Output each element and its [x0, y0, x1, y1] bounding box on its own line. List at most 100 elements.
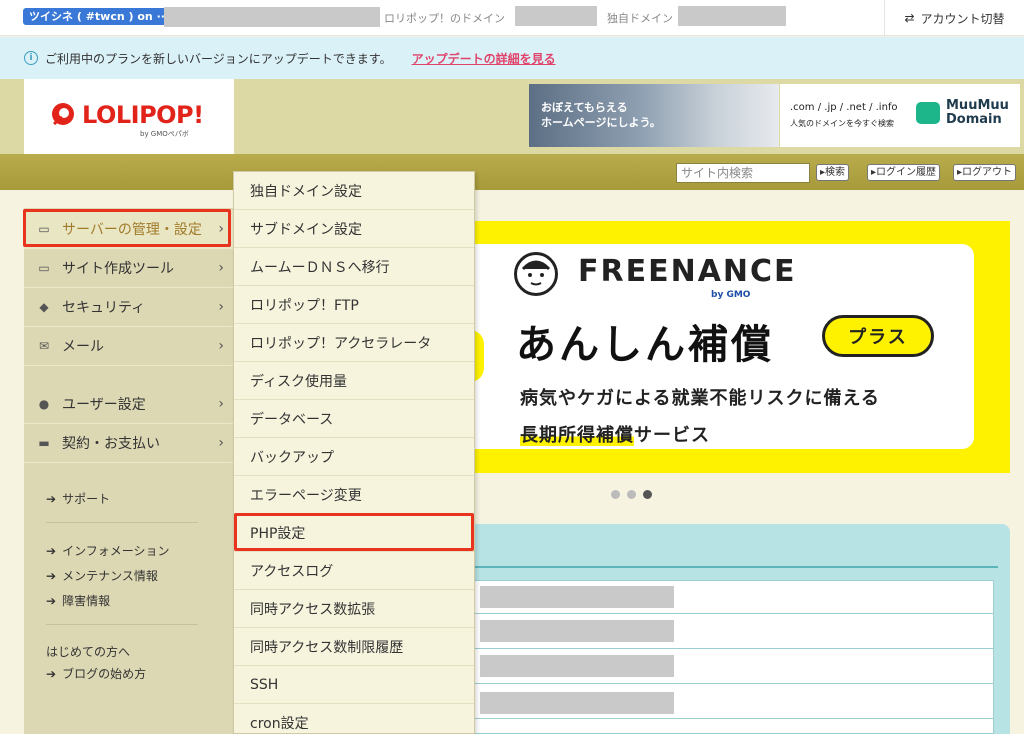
muumuu-domain-ad[interactable]: .com / .jp / .net / .info 人気のドメインを今すぐ検索 …	[780, 84, 1020, 147]
site-search-input[interactable]: サイト内検索	[676, 163, 810, 183]
user-icon: ●	[38, 397, 50, 411]
banner-headline: あんしん補償	[516, 322, 774, 368]
banner-plus-pill: プラス	[822, 315, 934, 357]
arrow-right-icon: ➔	[46, 666, 57, 681]
arrow-right-icon: ➔	[46, 593, 57, 608]
notice-text: ご利用中のプランを新しいバージョンにアップデートできます。	[45, 51, 392, 66]
sidebar-item-label: メール	[62, 339, 104, 355]
menu-item-backup[interactable]: バックアップ	[234, 438, 474, 476]
menu-item-cron[interactable]: cron設定	[234, 704, 474, 734]
outage-link[interactable]: ➔ 障害情報	[46, 592, 110, 609]
divider	[46, 624, 198, 625]
ad1-line: おぼえてもらえる	[541, 101, 628, 114]
card-icon: ▬	[38, 436, 50, 450]
first-time-caption: はじめての方へ	[46, 645, 131, 659]
menu-item-own-domain[interactable]: 独自ドメイン設定	[234, 172, 474, 210]
menu-item-disk-usage[interactable]: ディスク使用量	[234, 362, 474, 400]
redacted-block	[164, 7, 380, 27]
logo-text: LOLIPOP!	[82, 101, 204, 129]
info-icon: i	[24, 51, 38, 65]
chevron-right-icon: ›	[218, 299, 224, 315]
search-button[interactable]: ▸検索	[816, 164, 850, 181]
panel-divider	[474, 566, 998, 568]
account-badge[interactable]: ツイシネ ( #twcn ) on ···	[23, 8, 176, 25]
ad2-caption: 人気のドメインを今すぐ検索	[790, 119, 894, 128]
banner-line1: 病気やケガによる就業不能リスクに備える	[520, 388, 880, 409]
redacted-block	[480, 586, 674, 608]
menu-item-error-page[interactable]: エラーページ変更	[234, 476, 474, 514]
muumuu-logo-icon	[916, 102, 940, 124]
redacted-block	[480, 620, 674, 642]
menu-item-muumuu-dns[interactable]: ムームーＤＮＳへ移行	[234, 248, 474, 286]
table-row-divider	[475, 613, 993, 614]
arrow-right-icon: ➔	[46, 568, 57, 583]
logout-button[interactable]: ▸ログアウト	[953, 164, 1017, 181]
menu-item-ssh[interactable]: SSH	[234, 666, 474, 704]
switch-account-button[interactable]: ⇄ アカウント切替	[884, 0, 1024, 36]
redacted-block	[480, 655, 674, 677]
carousel-dot[interactable]	[611, 490, 620, 499]
chevron-right-icon: ›	[218, 396, 224, 412]
lolipop-mark-icon	[52, 103, 74, 126]
table-row-divider	[475, 683, 993, 684]
banner-brand: FREENANCE	[578, 254, 797, 289]
carousel-dot-active[interactable]	[643, 490, 652, 499]
information-link[interactable]: ➔ インフォメーション	[46, 542, 169, 559]
own-domain-label: 独自ドメイン	[607, 12, 673, 25]
sidebar-item-mail[interactable]: ✉ メール ›	[24, 327, 234, 366]
redacted-block	[678, 6, 786, 26]
homepage-ad-banner[interactable]: おぼえてもらえる ホームページにしよう。	[529, 84, 779, 147]
maintenance-link[interactable]: ➔ メンテナンス情報	[46, 567, 158, 584]
chevron-right-icon: ›	[218, 435, 224, 451]
outage-label: 障害情報	[62, 594, 111, 608]
sidebar: ▭ サーバーの管理・設定 › ▭ サイト作成ツール › ◆ セキュリティ › ✉…	[24, 208, 234, 734]
sidebar-item-site-tools[interactable]: ▭ サイト作成ツール ›	[24, 249, 234, 288]
ad2-tlds: .com / .jp / .net / .info	[790, 102, 898, 113]
chevron-right-icon: ›	[218, 260, 224, 276]
ad2-brand-line: MuuMuu	[946, 98, 1009, 113]
menu-item-concurrent-history[interactable]: 同時アクセス数制限履歴	[234, 628, 474, 666]
menu-item-database[interactable]: データベース	[234, 400, 474, 438]
logo-sub: by GMOペパボ	[140, 130, 189, 138]
swap-arrows-icon: ⇄	[904, 11, 915, 25]
maintenance-label: メンテナンス情報	[62, 569, 158, 583]
redacted-block	[480, 692, 674, 714]
logo[interactable]: LOLIPOP! by GMOペパボ	[24, 79, 234, 154]
highlight-outline-server	[23, 209, 231, 247]
menu-item-access-log[interactable]: アクセスログ	[234, 552, 474, 590]
redacted-block	[515, 6, 597, 26]
menu-item-ftp[interactable]: ロリポップ！FTP	[234, 286, 474, 324]
top-bar: ツイシネ ( #twcn ) on ··· ロリポップ！のドメイン 独自ドメイン…	[0, 0, 1024, 36]
shield-icon: ◆	[39, 300, 49, 314]
divider	[46, 522, 198, 523]
blog-start-label: ブログの始め方	[62, 667, 147, 681]
sidebar-item-billing[interactable]: ▬ 契約・お支払い ›	[24, 424, 234, 463]
laptop-icon: ▭	[38, 261, 50, 275]
arrow-right-icon: ➔	[46, 543, 57, 558]
header: LOLIPOP! by GMOペパボ おぼえてもらえる ホームページにしよう。 …	[0, 79, 1024, 154]
menu-item-subdomain[interactable]: サブドメイン設定	[234, 210, 474, 248]
support-link[interactable]: ➔ サポート	[46, 490, 110, 507]
ad2-brand-line: Domain	[946, 112, 1002, 127]
update-notice: i ご利用中のプランを新しいバージョンにアップデートできます。 アップデートの詳…	[0, 37, 1024, 79]
information-label: インフォメーション	[62, 544, 170, 558]
arrow-right-icon: ➔	[46, 491, 57, 506]
carousel-dot[interactable]	[627, 490, 636, 499]
highlight-outline-php	[234, 513, 474, 551]
table-row-divider	[475, 718, 993, 719]
banner-line2-rest: サービス	[634, 425, 710, 446]
sidebar-item-security[interactable]: ◆ セキュリティ ›	[24, 288, 234, 327]
blog-start-link[interactable]: ➔ ブログの始め方	[46, 665, 146, 682]
sidebar-item-label: 契約・お支払い	[62, 436, 160, 452]
update-details-link[interactable]: アップデートの詳細を見る	[412, 50, 556, 67]
ad1-line: ホームページにしよう。	[541, 116, 661, 129]
sidebar-item-label: ユーザー設定	[62, 397, 146, 413]
login-history-button[interactable]: ▸ログイン履歴	[867, 164, 941, 181]
server-settings-dropdown: 独自ドメイン設定 サブドメイン設定 ムームーＤＮＳへ移行 ロリポップ！FTP ロ…	[233, 171, 475, 734]
switch-account-label: アカウント切替	[920, 11, 1005, 26]
menu-item-accelerator[interactable]: ロリポップ！アクセラレータ	[234, 324, 474, 362]
mail-icon: ✉	[38, 339, 50, 353]
menu-item-concurrent-access[interactable]: 同時アクセス数拡張	[234, 590, 474, 628]
sidebar-item-user-settings[interactable]: ● ユーザー設定 ›	[24, 385, 234, 424]
chevron-right-icon: ›	[218, 338, 224, 354]
